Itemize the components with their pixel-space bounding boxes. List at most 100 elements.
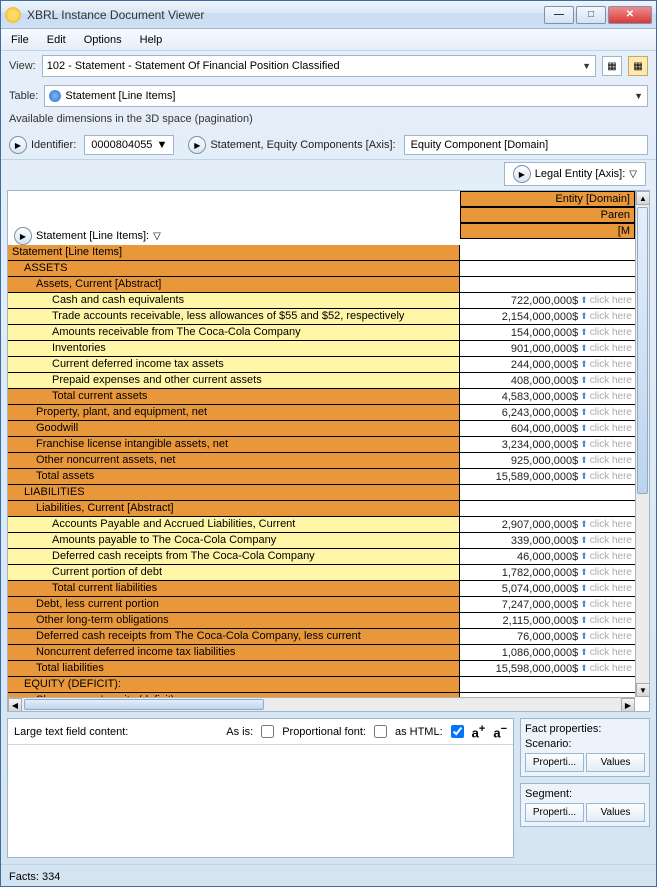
drill-up-icon[interactable]: ⬆ <box>580 631 588 642</box>
grid-icon-button[interactable]: ▦ <box>602 56 622 76</box>
identifier-select[interactable]: 0000804055 ▼ <box>84 135 174 155</box>
drill-up-icon[interactable]: ⬆ <box>580 551 588 562</box>
ashtml-checkbox[interactable] <box>451 725 464 738</box>
row-value[interactable]: 244,000,000$⬆click here <box>460 357 635 372</box>
row-value[interactable]: 925,000,000$⬆click here <box>460 453 635 468</box>
row-value[interactable]: 6,243,000,000$⬆click here <box>460 405 635 420</box>
menu-file[interactable]: File <box>11 34 29 46</box>
row-value[interactable]: 7,247,000,000$⬆click here <box>460 597 635 612</box>
grid-alt-icon-button[interactable]: ▦ <box>628 56 648 76</box>
table-row[interactable]: Total liabilities15,598,000,000$⬆click h… <box>8 661 635 677</box>
table-row[interactable]: Current deferred income tax assets244,00… <box>8 357 635 373</box>
textfield-body[interactable] <box>8 745 513 857</box>
drill-up-icon[interactable]: ⬆ <box>580 423 588 434</box>
row-value[interactable]: 408,000,000$⬆click here <box>460 373 635 388</box>
drill-up-icon[interactable]: ⬆ <box>580 663 588 674</box>
table-row[interactable]: Goodwill604,000,000$⬆click here <box>8 421 635 437</box>
table-row[interactable]: Deferred cash receipts from The Coca-Col… <box>8 549 635 565</box>
table-row[interactable]: Trade accounts receivable, less allowanc… <box>8 309 635 325</box>
drill-up-icon[interactable]: ⬆ <box>580 583 588 594</box>
scroll-left-button[interactable]: ◀ <box>8 698 22 712</box>
scenario-properties-button[interactable]: Properti... <box>525 753 584 772</box>
row-value[interactable] <box>460 245 635 260</box>
table-row[interactable]: Inventories901,000,000$⬆click here <box>8 341 635 357</box>
table-row[interactable]: Amounts receivable from The Coca-Cola Co… <box>8 325 635 341</box>
table-row[interactable]: EQUITY (DEFICIT): <box>8 677 635 693</box>
row-value[interactable]: 15,589,000,000$⬆click here <box>460 469 635 484</box>
table-row[interactable]: Noncurrent deferred income tax liabiliti… <box>8 645 635 661</box>
table-row[interactable]: ASSETS <box>8 261 635 277</box>
drill-up-icon[interactable]: ⬆ <box>580 567 588 578</box>
row-value[interactable]: 1,782,000,000$⬆click here <box>460 565 635 580</box>
table-row[interactable]: Accounts Payable and Accrued Liabilities… <box>8 517 635 533</box>
table-row[interactable]: Deferred cash receipts from The Coca-Col… <box>8 629 635 645</box>
table-row[interactable]: Assets, Current [Abstract] <box>8 277 635 293</box>
row-value[interactable] <box>460 261 635 276</box>
row-value[interactable]: 4,583,000,000$⬆click here <box>460 389 635 404</box>
segment-properties-button[interactable]: Properti... <box>525 803 584 822</box>
menu-options[interactable]: Options <box>84 34 122 46</box>
table-row[interactable]: Property, plant, and equipment, net6,243… <box>8 405 635 421</box>
scroll-up-button[interactable]: ▲ <box>636 191 650 205</box>
table-row[interactable]: Debt, less current portion7,247,000,000$… <box>8 597 635 613</box>
rowheader-play-button[interactable] <box>14 227 32 245</box>
row-value[interactable]: 154,000,000$⬆click here <box>460 325 635 340</box>
equity-play-button[interactable] <box>188 136 206 154</box>
table-row[interactable]: Total current liabilities5,074,000,000$⬆… <box>8 581 635 597</box>
data-table[interactable]: Statement [Line Items]ASSETSAssets, Curr… <box>8 245 635 697</box>
drill-up-icon[interactable]: ⬆ <box>580 471 588 482</box>
propfont-checkbox[interactable] <box>374 725 387 738</box>
zoom-out-button[interactable]: a− <box>493 723 507 740</box>
drill-up-icon[interactable]: ⬆ <box>580 391 588 402</box>
row-value[interactable]: 15,598,000,000$⬆click here <box>460 661 635 676</box>
drill-up-icon[interactable]: ⬆ <box>580 647 588 658</box>
drill-up-icon[interactable]: ⬆ <box>580 327 588 338</box>
table-row[interactable]: Total current assets4,583,000,000$⬆click… <box>8 389 635 405</box>
menu-help[interactable]: Help <box>140 34 163 46</box>
horizontal-scrollbar[interactable]: ◀ ▶ <box>8 697 635 711</box>
close-button[interactable] <box>608 6 652 24</box>
legal-entity-axis-box[interactable]: Legal Entity [Axis]: <box>504 162 646 186</box>
view-select[interactable]: 102 - Statement - Statement Of Financial… <box>42 55 596 77</box>
equity-axis-value-box[interactable]: Equity Component [Domain] <box>404 135 648 155</box>
row-value[interactable]: 1,086,000,000$⬆click here <box>460 645 635 660</box>
row-value[interactable]: 604,000,000$⬆click here <box>460 421 635 436</box>
row-value[interactable]: 76,000,000$⬆click here <box>460 629 635 644</box>
zoom-in-button[interactable]: a+ <box>472 723 486 740</box>
scenario-values-button[interactable]: Values <box>586 753 645 772</box>
row-value[interactable]: 5,074,000,000$⬆click here <box>460 581 635 596</box>
minimize-button[interactable] <box>544 6 574 24</box>
row-value[interactable]: 722,000,000$⬆click here <box>460 293 635 308</box>
drill-up-icon[interactable]: ⬆ <box>580 311 588 322</box>
row-value[interactable]: 3,234,000,000$⬆click here <box>460 437 635 452</box>
table-select[interactable]: Statement [Line Items] ▼ <box>44 85 648 107</box>
table-row[interactable]: Total assets15,589,000,000$⬆click here <box>8 469 635 485</box>
scroll-right-button[interactable]: ▶ <box>621 698 635 712</box>
row-value[interactable]: 901,000,000$⬆click here <box>460 341 635 356</box>
row-value[interactable] <box>460 501 635 516</box>
row-value[interactable]: 2,154,000,000$⬆click here <box>460 309 635 324</box>
table-row[interactable]: Cash and cash equivalents722,000,000$⬆cl… <box>8 293 635 309</box>
menu-edit[interactable]: Edit <box>47 34 66 46</box>
drill-up-icon[interactable]: ⬆ <box>580 359 588 370</box>
legal-entity-play-button[interactable] <box>513 165 531 183</box>
drill-up-icon[interactable]: ⬆ <box>580 535 588 546</box>
table-row[interactable]: Prepaid expenses and other current asset… <box>8 373 635 389</box>
vertical-scrollbar[interactable]: ▲ ▼ <box>635 191 649 697</box>
table-row[interactable]: Franchise license intangible assets, net… <box>8 437 635 453</box>
drill-up-icon[interactable]: ⬆ <box>580 599 588 610</box>
drill-up-icon[interactable]: ⬆ <box>580 343 588 354</box>
row-value[interactable] <box>460 277 635 292</box>
drill-up-icon[interactable]: ⬆ <box>580 439 588 450</box>
table-row[interactable]: Current portion of debt1,782,000,000$⬆cl… <box>8 565 635 581</box>
scroll-thumb[interactable] <box>637 207 648 494</box>
drill-up-icon[interactable]: ⬆ <box>580 375 588 386</box>
table-row[interactable]: Other long-term obligations2,115,000,000… <box>8 613 635 629</box>
drill-up-icon[interactable]: ⬆ <box>580 519 588 530</box>
table-row[interactable]: Amounts payable to The Coca-Cola Company… <box>8 533 635 549</box>
asis-checkbox[interactable] <box>261 725 274 738</box>
drill-up-icon[interactable]: ⬆ <box>580 455 588 466</box>
identifier-play-button[interactable] <box>9 136 27 154</box>
segment-values-button[interactable]: Values <box>586 803 645 822</box>
table-row[interactable]: Other noncurrent assets, net925,000,000$… <box>8 453 635 469</box>
